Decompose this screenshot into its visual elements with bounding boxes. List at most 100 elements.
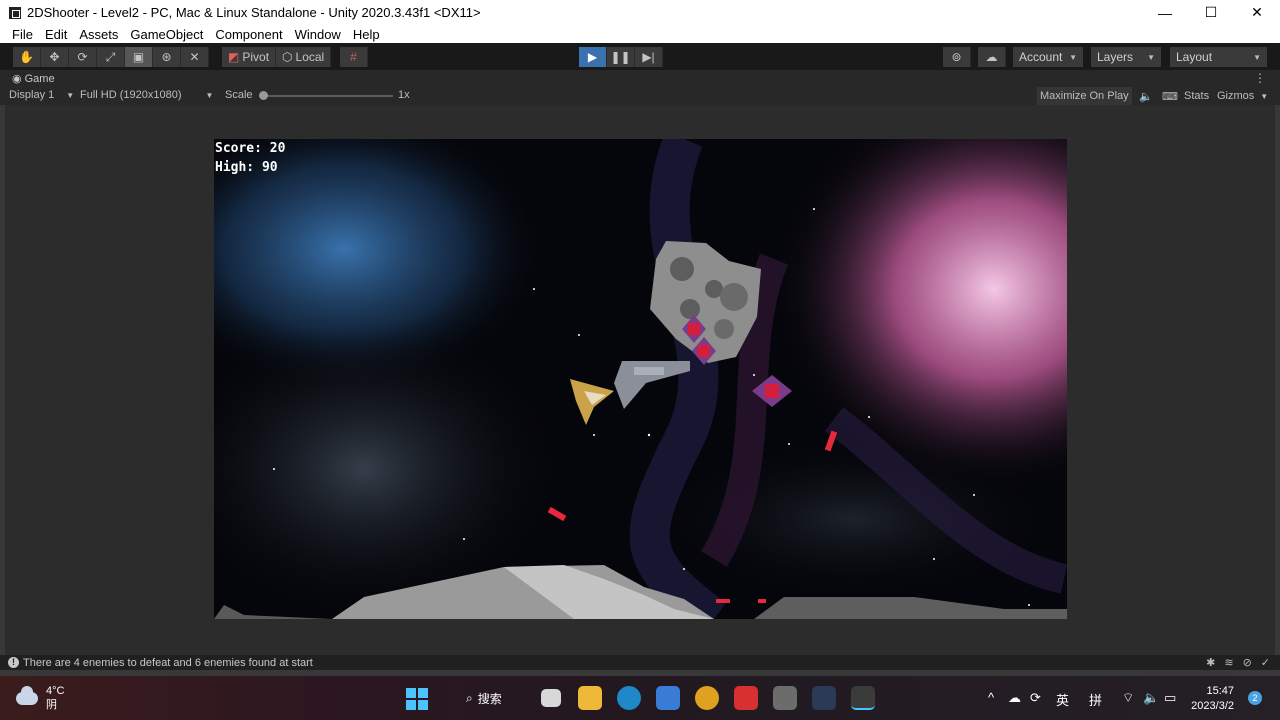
layers-label: Layers [1097,50,1134,64]
cloud-icon[interactable]: ☁ [978,47,1006,67]
rotate-tool-icon[interactable]: ⟳ [69,47,97,67]
menu-assets[interactable]: Assets [73,27,124,42]
search-icon: ⌕ [466,691,473,705]
menu-component[interactable]: Component [209,27,288,42]
weather-widget[interactable]: 4°C 阴 [16,684,64,712]
gamepad-icon: ◉ [12,73,22,85]
status-bar: ! There are 4 enemies to defeat and 6 en… [0,655,1280,670]
wps-office-icon[interactable] [734,686,758,710]
info-icon: ! [8,657,19,668]
account-dropdown[interactable]: Account ▼ [1013,47,1083,67]
store-icon[interactable] [656,686,680,710]
enemy-bullet [716,599,730,603]
game-scene [214,139,1067,619]
menu-edit[interactable]: Edit [39,27,73,42]
grid-snap-icon[interactable]: # [340,47,368,67]
tab-game-label: Game [24,72,55,85]
layout-dropdown[interactable]: Layout ▼ [1170,47,1267,67]
system-clock[interactable]: 15:47 2023/3/2 [1191,684,1234,714]
battery-icon[interactable]: ▭ [1164,690,1176,706]
account-label: Account [1019,50,1063,64]
cloud-weather-icon [16,685,38,705]
display-dropdown[interactable]: Display 1 ▼ [9,89,74,101]
ime-language[interactable]: 英 [1056,690,1069,709]
scale-slider-track[interactable] [263,95,393,97]
wifi-icon[interactable]: ⌔ [1122,690,1134,706]
menu-window[interactable]: Window [289,27,347,42]
score-text: Score: 20 [215,141,286,156]
step-button[interactable]: ▶| [635,47,663,67]
file-explorer-icon[interactable] [578,686,602,710]
unity-editor-icon[interactable] [851,686,875,710]
menu-help[interactable]: Help [347,27,386,42]
stats-button[interactable]: Stats [1181,87,1212,105]
check-icon[interactable]: ✓ [1261,656,1270,669]
gizmos-label: Gizmos [1217,90,1255,102]
chevron-down-icon: ▼ [1147,52,1155,62]
start-button[interactable] [406,688,428,710]
resolution-dropdown[interactable]: Full HD (1920x1080) ▼ [80,89,213,101]
hud: Score: 20 High: 90 [214,139,285,177]
stats-label: Stats [1184,90,1210,102]
unity-logo-icon [9,6,21,19]
collab-icon[interactable]: ⊚ [943,47,971,67]
game-viewport[interactable]: Score: 20 High: 90 [214,139,1067,619]
keyboard-icon[interactable]: ⌨ [1159,87,1181,105]
gizmos-dropdown[interactable]: Gizmos ▼ [1214,87,1271,105]
auto-generate-lighting-icon[interactable]: ⊘ [1243,656,1252,669]
search-button[interactable]: ⌕ 搜索 [466,690,502,707]
console-message[interactable]: There are 4 enemies to defeat and 6 enem… [23,657,313,669]
volume-icon[interactable]: 🔈 [1143,690,1159,706]
window-title-bar: 2DShooter - Level2 - PC, Mac & Linux Sta… [0,0,1280,25]
menu-file[interactable]: File [0,27,39,42]
close-button[interactable]: ✕ [1234,0,1280,25]
chevron-down-icon: ▼ [205,90,214,100]
rect-tool-icon[interactable]: ▣ [125,47,153,67]
local-label: Local [295,50,325,64]
mute-audio-icon[interactable]: 🔈 [1136,87,1156,105]
tab-game[interactable]: ◉ Game [0,72,55,86]
search-label: 搜索 [477,692,502,706]
notification-badge[interactable]: 2 [1248,691,1262,705]
layout-label: Layout [1176,50,1213,64]
layers-dropdown[interactable]: Layers ▼ [1091,47,1161,67]
progress-icon[interactable]: ≋ [1224,656,1233,669]
maximize-on-play-toggle[interactable]: Maximize On Play [1037,87,1132,105]
main-toolbar: ✋ ✥ ⟳ ⤢ ▣ ⊛ ✕ ◩ Pivot ⬡ Local # ▶ ❚❚ ▶| … [0,43,1280,70]
pause-button[interactable]: ❚❚ [607,47,635,67]
scale-tool-icon[interactable]: ⤢ [97,47,125,67]
chevron-down-icon: ▼ [1260,91,1269,101]
sync-icon[interactable]: ⟳ [1030,690,1041,706]
move-tool-icon[interactable]: ✥ [41,47,69,67]
ime-mode[interactable]: 拼 [1089,690,1102,709]
play-button[interactable]: ▶ [579,47,607,67]
more-options-icon[interactable]: ⋮ [1254,71,1266,85]
pivot-icon: ◩ [228,50,240,64]
edge-browser-icon[interactable] [617,686,641,710]
chrome-icon[interactable] [695,686,719,710]
task-view-icon[interactable] [541,689,561,707]
scale-slider-handle[interactable] [259,91,268,100]
onedrive-icon[interactable]: ☁ [1008,690,1021,706]
chevron-down-icon: ▼ [1253,52,1261,62]
resolution-label: Full HD (1920x1080) [80,89,182,101]
chevron-up-icon[interactable]: ^ [988,690,994,705]
menu-gameobject[interactable]: GameObject [124,27,209,42]
high-score-text: High: 90 [215,160,278,175]
weather-condition: 阴 [46,699,57,711]
chevron-down-icon: ▼ [66,90,75,100]
maximize-button[interactable]: ☐ [1188,0,1234,25]
pivot-toggle-button[interactable]: ◩ Pivot [222,47,277,67]
transform-tool-icon[interactable]: ⊛ [153,47,181,67]
debug-icon[interactable]: ✱ [1206,656,1215,669]
unity-hub-icon[interactable] [773,686,797,710]
menu-bar: File Edit Assets GameObject Component Wi… [0,25,1280,43]
hand-tool-icon[interactable]: ✋ [13,47,41,67]
local-toggle-button[interactable]: ⬡ Local [276,47,332,67]
custom-tool-icon[interactable]: ✕ [181,47,209,67]
chevron-down-icon: ▼ [1069,52,1077,62]
enemy-bullet [758,599,766,603]
kindle-icon[interactable] [812,686,836,710]
temperature: 4°C [46,685,65,697]
minimize-button[interactable]: — [1142,0,1188,25]
